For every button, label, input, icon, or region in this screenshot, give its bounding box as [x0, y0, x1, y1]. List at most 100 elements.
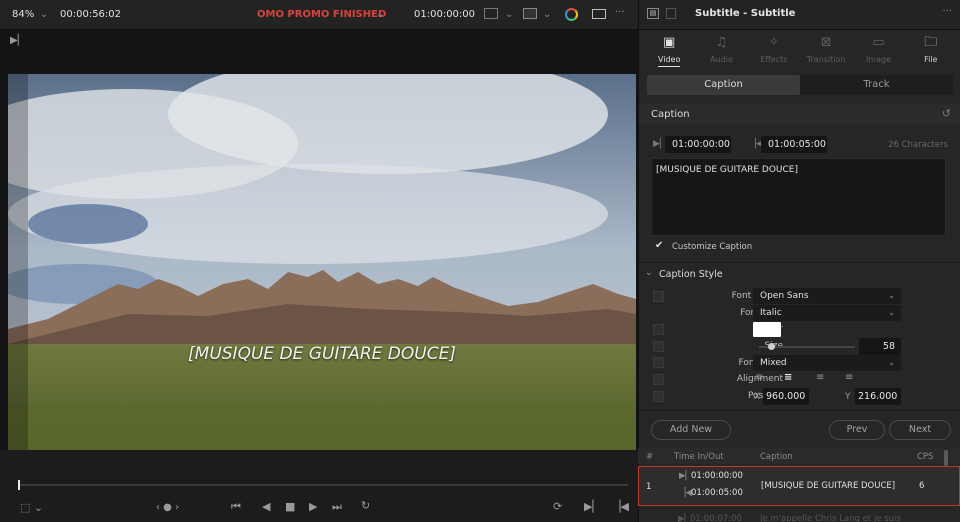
go-to-last-frame-icon[interactable]: ⏭ — [332, 500, 342, 514]
zoom-dropdown-icon[interactable]: ⌄ — [40, 9, 48, 20]
scrollbar[interactable] — [944, 450, 948, 466]
timeline-timecode[interactable]: 01:00:00:00 — [414, 9, 475, 20]
app-window: 84% ⌄ 00:00:56:02 OMO PROMO FINISHED ⌄ 0… — [0, 0, 960, 522]
caption-track-toggle: Caption Track — [647, 75, 953, 95]
tab-label: Video — [657, 55, 681, 67]
subtitle-list: # Time In/Out Caption CPS 1 ▶▏ 01:00:00:… — [638, 448, 960, 522]
keyframe-toggle[interactable] — [653, 341, 664, 352]
monitor-dropdown-icon[interactable]: ⌄ — [505, 9, 513, 20]
loop-icon[interactable]: ↻ — [361, 499, 370, 512]
chevron-down-icon[interactable]: ⌄ — [645, 268, 653, 278]
inspector-tabs: ▣ Video ♫ Audio ✧ Effects ⊠ Transition ▭ Imag… — [639, 30, 960, 72]
keyframe-toggle[interactable] — [653, 291, 664, 302]
tab-audio[interactable]: ♫ Audio — [696, 30, 746, 72]
table-row[interactable]: ▶▏ 01:00:07:00 Je m'appelle Chris Lang e… — [638, 510, 960, 522]
alignment-label: Alignment — [736, 374, 783, 384]
reset-icon[interactable]: ↺ — [942, 107, 951, 120]
more-options-icon[interactable]: ··· — [615, 7, 625, 18]
playhead[interactable] — [18, 480, 20, 490]
column-header: # — [646, 452, 654, 462]
keyframe-toggle[interactable] — [653, 357, 664, 368]
caption-in-timecode[interactable]: 01:00:00:00 — [665, 136, 731, 153]
effects-icon: ✧ — [768, 35, 780, 50]
timeline-dropdown-icon[interactable]: ⌄ — [376, 9, 384, 20]
size-value[interactable]: 58 — [859, 338, 901, 355]
tab-transition[interactable]: ⊠ Transition — [801, 30, 851, 72]
timeline-name[interactable]: OMO PROMO FINISHED — [257, 9, 386, 20]
checkmark-icon[interactable]: ✔ — [655, 240, 663, 251]
video-frame: [MUSIQUE DE GUITARE DOUCE] — [8, 74, 636, 462]
font-family-select[interactable]: Open Sans ⌄ — [753, 288, 901, 304]
split-view-icon[interactable] — [666, 8, 676, 19]
add-new-button[interactable]: Add New — [651, 420, 731, 440]
column-header: Caption — [760, 452, 793, 462]
transition-icon: ⊠ — [820, 35, 832, 50]
font-family-value: Open Sans — [760, 291, 809, 301]
keyframe-toggle[interactable] — [653, 374, 664, 385]
tab-effects[interactable]: ✧ Effects — [749, 30, 799, 72]
align-center-icon[interactable]: ≡ — [784, 372, 792, 383]
font-face-value: Italic — [760, 308, 782, 318]
font-face-select[interactable]: Italic ⌄ — [753, 305, 901, 321]
next-button[interactable]: Next — [889, 420, 951, 440]
column-header: CPS — [917, 452, 934, 462]
divider — [639, 262, 960, 263]
scope-dropdown-icon[interactable]: ⌄ — [543, 9, 551, 20]
table-header: # Time In/Out Caption CPS — [638, 448, 960, 466]
caption-text-field[interactable]: [MUSIQUE DE GUITARE DOUCE] — [651, 158, 946, 236]
align-left-icon[interactable]: ≡ — [755, 372, 763, 383]
prev-button[interactable]: Prev — [829, 420, 885, 440]
inspector-more-icon[interactable]: ··· — [942, 6, 952, 17]
viewer-options-icon[interactable]: ⬚ ⌄ — [20, 501, 43, 514]
position-x-value[interactable]: 960.000 — [763, 388, 809, 405]
character-count: 26 Characters — [888, 140, 948, 150]
column-header: Time In/Out — [674, 452, 724, 462]
x-label: X — [754, 392, 761, 402]
jump-to-start-icon[interactable]: ▶▏ — [10, 35, 25, 46]
keyframe-toggle[interactable] — [653, 324, 664, 335]
tab-image[interactable]: ▭ Image — [853, 30, 903, 72]
tab-label: Audio — [710, 55, 733, 64]
file-icon: 🗀 — [924, 35, 938, 50]
mark-out-icon[interactable]: ▕◀ — [612, 500, 629, 513]
subtitle-overlay: [MUSIQUE DE GUITARE DOUCE] — [188, 344, 456, 364]
row-in-time: 01:00:00:00 — [691, 471, 743, 481]
tab-label: Transition — [806, 55, 846, 64]
inspector-header: ▤ Subtitle - Subtitle ··· — [639, 0, 960, 30]
play-reverse-icon[interactable]: ◀ — [262, 500, 270, 513]
viewer: ▶▏ [MUSIQUE DE GUITARE DOUCE] — [0, 30, 638, 522]
go-to-first-frame-icon[interactable]: ⏮ — [231, 500, 241, 514]
source-timecode[interactable]: 00:00:56:02 — [60, 9, 121, 20]
font-case-select[interactable]: Mixed ⌄ — [753, 355, 901, 371]
film-icon: ▣ — [663, 35, 676, 50]
tab-video[interactable]: ▣ Video — [644, 30, 694, 72]
match-frame-icon[interactable]: ⟳ — [553, 500, 562, 513]
color-wheel-icon[interactable] — [565, 8, 578, 21]
chevron-down-icon: ⌄ — [888, 291, 895, 300]
table-row[interactable]: 1 ▶▏ 01:00:00:00 ▕◀ 01:00:05:00 [MUSIQUE… — [638, 466, 960, 506]
caption-out-timecode[interactable]: 01:00:05:00 — [761, 136, 827, 153]
scrubber-track[interactable] — [18, 484, 628, 486]
inspector-title: Subtitle - Subtitle — [695, 8, 796, 19]
segment-track[interactable]: Track — [800, 75, 953, 95]
monitor-icon[interactable] — [484, 8, 498, 19]
zoom-level[interactable]: 84% — [12, 9, 34, 20]
jog-control-icon[interactable]: ‹ ● › — [156, 502, 179, 513]
fullscreen-icon[interactable] — [592, 9, 606, 19]
mark-in-icon[interactable]: ▶▏ — [584, 500, 601, 513]
tab-file[interactable]: 🗀 File — [906, 30, 956, 72]
music-icon: ♫ — [715, 35, 728, 50]
segment-caption[interactable]: Caption — [647, 75, 800, 95]
tab-label: Image — [865, 55, 891, 64]
inspector-icon[interactable]: ▤ — [647, 8, 659, 19]
position-y-value[interactable]: 216.000 — [855, 388, 901, 405]
play-icon[interactable]: ▶ — [309, 500, 317, 513]
align-justify-icon[interactable]: ≡ — [845, 372, 853, 383]
stop-icon[interactable]: ■ — [285, 500, 295, 513]
align-right-icon[interactable]: ≡ — [816, 372, 824, 383]
color-swatch[interactable] — [753, 322, 781, 337]
scope-icon[interactable] — [523, 8, 537, 19]
row-caption: [MUSIQUE DE GUITARE DOUCE] — [761, 481, 896, 491]
size-slider-handle[interactable] — [767, 343, 775, 350]
keyframe-toggle[interactable] — [653, 391, 664, 402]
